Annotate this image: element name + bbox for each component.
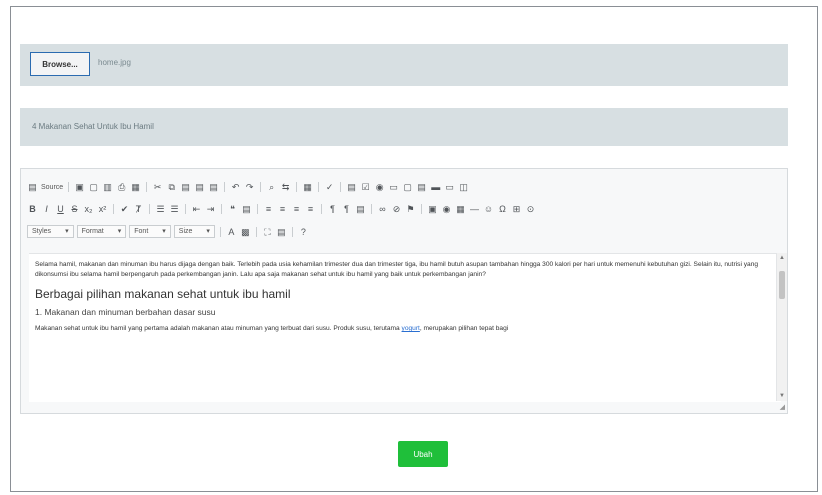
rtl-icon[interactable]: ¶ (341, 203, 352, 215)
chevron-down-icon: ▾ (206, 228, 210, 235)
ltr-icon[interactable]: ¶ (327, 203, 338, 215)
blockquote-icon[interactable]: ❝ (227, 203, 238, 215)
content-paragraph: Selama hamil, makanan dan minuman ibu ha… (35, 261, 759, 278)
paste-word-icon[interactable]: ▤ (208, 181, 219, 193)
underline-icon[interactable]: U (55, 203, 66, 215)
show-blocks-icon[interactable]: ▤ (276, 226, 287, 238)
paste-icon[interactable]: ▤ (180, 181, 191, 193)
image-button-icon[interactable]: ▭ (444, 181, 455, 193)
selected-filename: home.jpg (98, 58, 131, 67)
toolbar-row-1: ▤ Source ▣ ▢ ▥ ⎙ ▦ ✂ ⧉ ▤ ▤ ▤ ↶ ↷ ⌕ ⇆ ▦ ✓… (27, 181, 469, 193)
align-right-icon[interactable]: ≡ (291, 203, 302, 215)
background-color-icon[interactable]: ▩ (240, 226, 251, 238)
bulleted-list-icon[interactable]: ☰ (169, 203, 180, 215)
rich-text-editor: ▤ Source ▣ ▢ ▥ ⎙ ▦ ✂ ⧉ ▤ ▤ ▤ ↶ ↷ ⌕ ⇆ ▦ ✓… (20, 168, 788, 414)
iframe-icon[interactable]: ⊙ (525, 203, 536, 215)
button-icon[interactable]: ▬ (430, 181, 441, 193)
chevron-down-icon: ▾ (65, 228, 69, 235)
about-icon[interactable]: ? (298, 226, 309, 238)
copy-icon[interactable]: ⧉ (166, 181, 177, 193)
subscript-icon[interactable]: x₂ (83, 203, 94, 215)
page-break-icon[interactable]: ⊞ (511, 203, 522, 215)
toolbar-row-3: Styles ▾ Format ▾ Font ▾ Size ▾ A ▩ ⛶ ▤ ? (27, 225, 309, 238)
align-left-icon[interactable]: ≡ (263, 203, 274, 215)
content-subheading: 1. Makanan dan minuman berbahan dasar su… (35, 307, 216, 317)
paste-text-icon[interactable]: ▤ (194, 181, 205, 193)
radio-icon[interactable]: ◉ (374, 181, 385, 193)
maximize-icon[interactable]: ⛶ (262, 226, 273, 238)
image-icon[interactable]: ▣ (427, 203, 438, 215)
copy-format-icon[interactable]: ✔ (119, 203, 130, 215)
resize-handle-icon[interactable]: ◢ (780, 403, 785, 411)
hidden-field-icon[interactable]: ◫ (458, 181, 469, 193)
paragraph-text: , merupakan pilihan tepat bagi (419, 325, 509, 332)
source-icon[interactable]: ▤ (27, 181, 38, 193)
size-label: Size (178, 228, 193, 235)
checkbox-icon[interactable]: ☑ (360, 181, 371, 193)
numbered-list-icon[interactable]: ☰ (155, 203, 166, 215)
smiley-icon[interactable]: ☺ (483, 203, 494, 215)
horizontal-line-icon[interactable]: ― (469, 203, 480, 215)
title-input-value: 4 Makanan Sehat Untuk Ibu Hamil (32, 122, 154, 131)
textfield-icon[interactable]: ▭ (388, 181, 399, 193)
anchor-icon[interactable]: ⚑ (405, 203, 416, 215)
styles-label: Styles (32, 228, 52, 235)
templates-icon[interactable]: ▦ (130, 181, 141, 193)
flash-icon[interactable]: ◉ (441, 203, 452, 215)
paragraph-text: Makanan sehat untuk ibu hamil yang perta… (35, 325, 402, 332)
undo-icon[interactable]: ↶ (230, 181, 241, 193)
remove-format-icon[interactable]: Ⱦ (133, 203, 144, 215)
save-button[interactable]: Ubah (398, 441, 448, 467)
size-select[interactable]: Size ▾ (173, 225, 215, 238)
format-label: Format (81, 228, 104, 235)
content-paragraph: Makanan sehat untuk ibu hamil yang perta… (35, 324, 771, 334)
div-icon[interactable]: ▤ (241, 203, 252, 215)
spellcheck-icon[interactable]: ✓ (324, 181, 335, 193)
justify-icon[interactable]: ≡ (305, 203, 316, 215)
font-label: Font (134, 228, 149, 235)
font-select[interactable]: Font ▾ (129, 225, 171, 238)
print-icon[interactable]: ⎙ (116, 181, 127, 193)
select-field-icon[interactable]: ▤ (416, 181, 427, 193)
select-all-icon[interactable]: ▦ (302, 181, 313, 193)
styles-select[interactable]: Styles ▾ (27, 225, 74, 238)
scroll-down-icon[interactable]: ▼ (779, 393, 785, 399)
special-char-icon[interactable]: Ω (497, 203, 508, 215)
content-heading: Berbagai pilihan makanan sehat untuk ibu… (35, 287, 291, 301)
outdent-icon[interactable]: ⇤ (191, 203, 202, 215)
chevron-down-icon: ▾ (117, 228, 122, 235)
file-upload-row: Browse... home.jpg (20, 44, 788, 86)
scroll-up-icon[interactable]: ▲ (779, 255, 785, 261)
editor-content-area[interactable]: Selama hamil, makanan dan minuman ibu ha… (29, 253, 781, 402)
preview-icon[interactable]: ▥ (102, 181, 113, 193)
link-icon[interactable]: ∞ (377, 203, 388, 215)
form-icon[interactable]: ▤ (346, 181, 357, 193)
bold-icon[interactable]: B (27, 203, 38, 215)
content-link[interactable]: yogurt (402, 325, 420, 332)
replace-icon[interactable]: ⇆ (280, 181, 291, 193)
toolbar-row-2: B I U S x₂ x² ✔ Ⱦ ☰ ☰ ⇤ ⇥ ❝ ▤ ≡ ≡ ≡ ≡ ¶ … (27, 203, 536, 215)
chevron-down-icon: ▾ (162, 228, 166, 235)
scrollbar-thumb[interactable] (779, 271, 785, 299)
redo-icon[interactable]: ↷ (244, 181, 255, 193)
find-icon[interactable]: ⌕ (266, 181, 277, 193)
table-icon[interactable]: ▦ (455, 203, 466, 215)
language-icon[interactable]: ▤ (355, 203, 366, 215)
new-page-icon[interactable]: ▢ (88, 181, 99, 193)
editor-scrollbar[interactable]: ▲ ▼ (776, 253, 787, 401)
strike-icon[interactable]: S (69, 203, 80, 215)
title-input[interactable]: 4 Makanan Sehat Untuk Ibu Hamil (20, 108, 788, 146)
source-button[interactable]: Source (41, 184, 63, 191)
align-center-icon[interactable]: ≡ (277, 203, 288, 215)
browse-button[interactable]: Browse... (30, 52, 90, 76)
indent-icon[interactable]: ⇥ (205, 203, 216, 215)
cut-icon[interactable]: ✂ (152, 181, 163, 193)
format-select[interactable]: Format ▾ (76, 225, 127, 238)
italic-icon[interactable]: I (41, 203, 52, 215)
unlink-icon[interactable]: ⊘ (391, 203, 402, 215)
save-icon[interactable]: ▣ (74, 181, 85, 193)
text-color-icon[interactable]: A (226, 226, 237, 238)
textarea-icon[interactable]: ▢ (402, 181, 413, 193)
superscript-icon[interactable]: x² (97, 203, 108, 215)
